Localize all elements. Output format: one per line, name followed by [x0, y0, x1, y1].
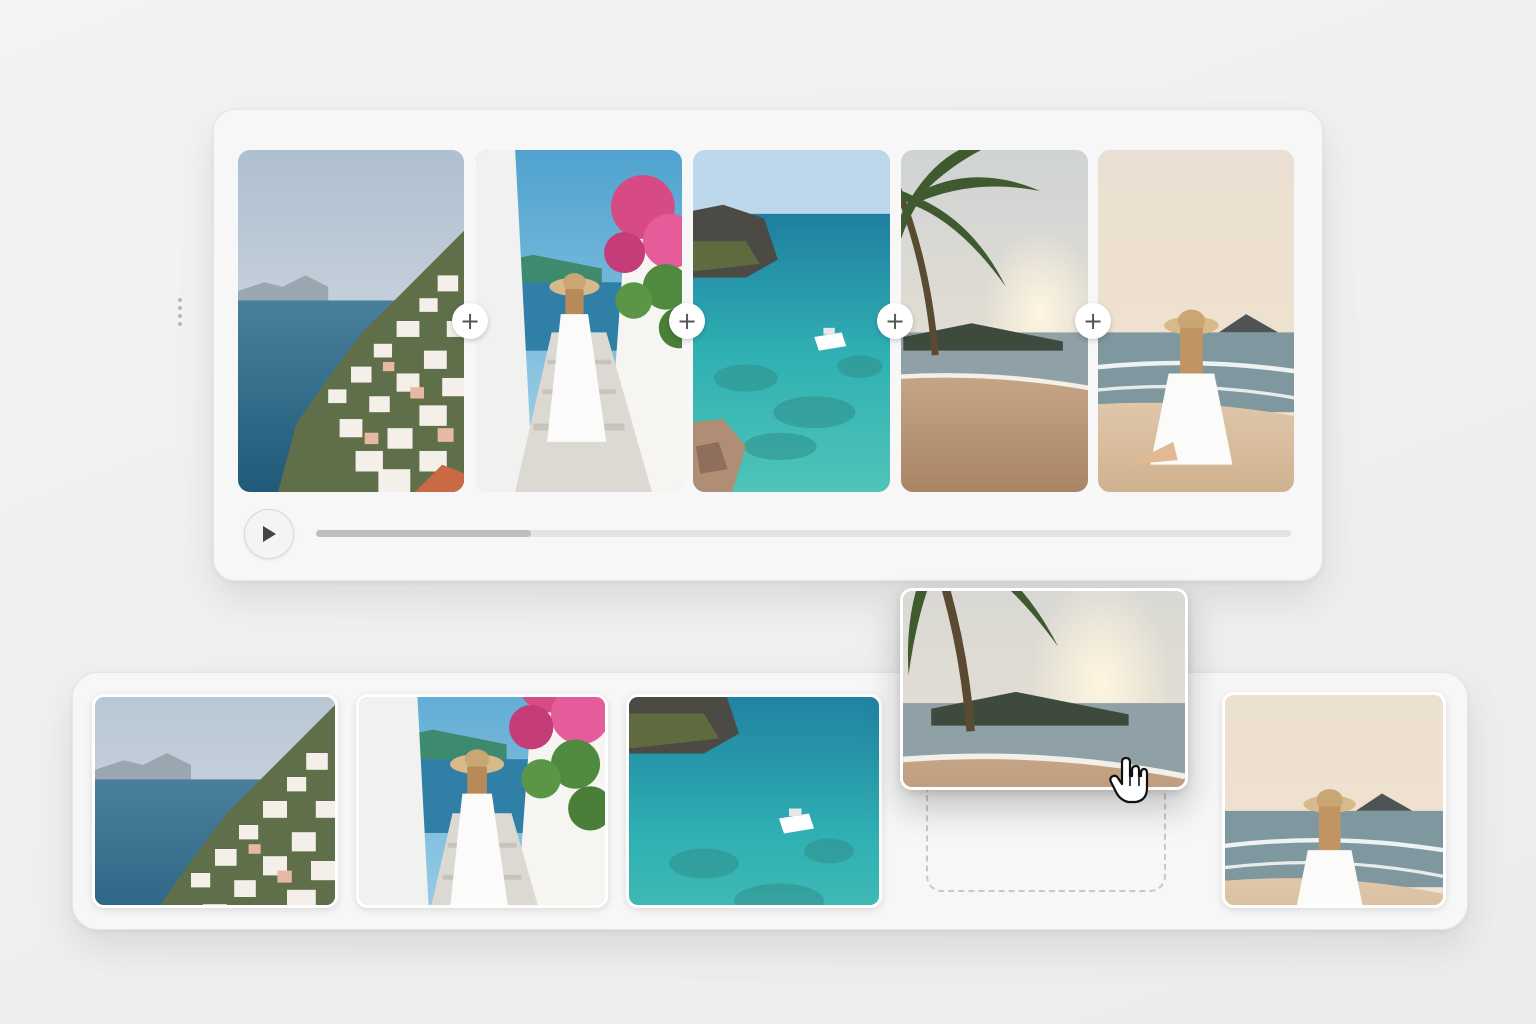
beach-woman-image [1098, 150, 1294, 492]
clip-palm-sunset[interactable] [901, 150, 1088, 492]
play-button[interactable] [244, 509, 294, 559]
progress-bar[interactable] [316, 530, 1291, 537]
play-icon [263, 526, 276, 542]
clip-beach-sitting[interactable] [1098, 150, 1294, 492]
add-transition-button-2[interactable]: + [669, 303, 705, 339]
plus-icon: + [884, 307, 906, 335]
plus-icon: + [676, 307, 698, 335]
strip-thumb-beach-sitting[interactable] [1222, 692, 1446, 908]
strip-thumb-alley-walk[interactable] [356, 694, 608, 908]
add-transition-button-4[interactable]: + [1075, 303, 1111, 339]
vertical-dots-icon [178, 298, 182, 302]
palm-beach-image [901, 150, 1088, 492]
add-transition-button-1[interactable]: + [452, 303, 488, 339]
cliff-village-image [238, 150, 464, 492]
add-transition-button-3[interactable]: + [877, 303, 913, 339]
alley-woman-image [359, 697, 605, 905]
plus-icon: + [1082, 307, 1104, 335]
drag-handle[interactable] [178, 294, 182, 330]
cove-boat-image [629, 697, 879, 905]
clip-alley-walk[interactable] [476, 150, 682, 492]
drop-placeholder[interactable] [926, 790, 1166, 892]
strip-thumb-turquoise-cove[interactable] [626, 694, 882, 908]
progress-fill [316, 530, 531, 537]
alley-woman-image [476, 150, 682, 492]
cliff-village-image [95, 697, 335, 905]
beach-woman-image [1225, 695, 1443, 905]
cove-boat-image [693, 150, 890, 492]
plus-icon: + [459, 307, 481, 335]
clip-turquoise-cove[interactable] [693, 150, 890, 492]
hand-pointer-icon [1109, 756, 1149, 804]
strip-thumb-cliff-town[interactable] [92, 694, 338, 908]
clip-cliff-town[interactable] [238, 150, 464, 492]
